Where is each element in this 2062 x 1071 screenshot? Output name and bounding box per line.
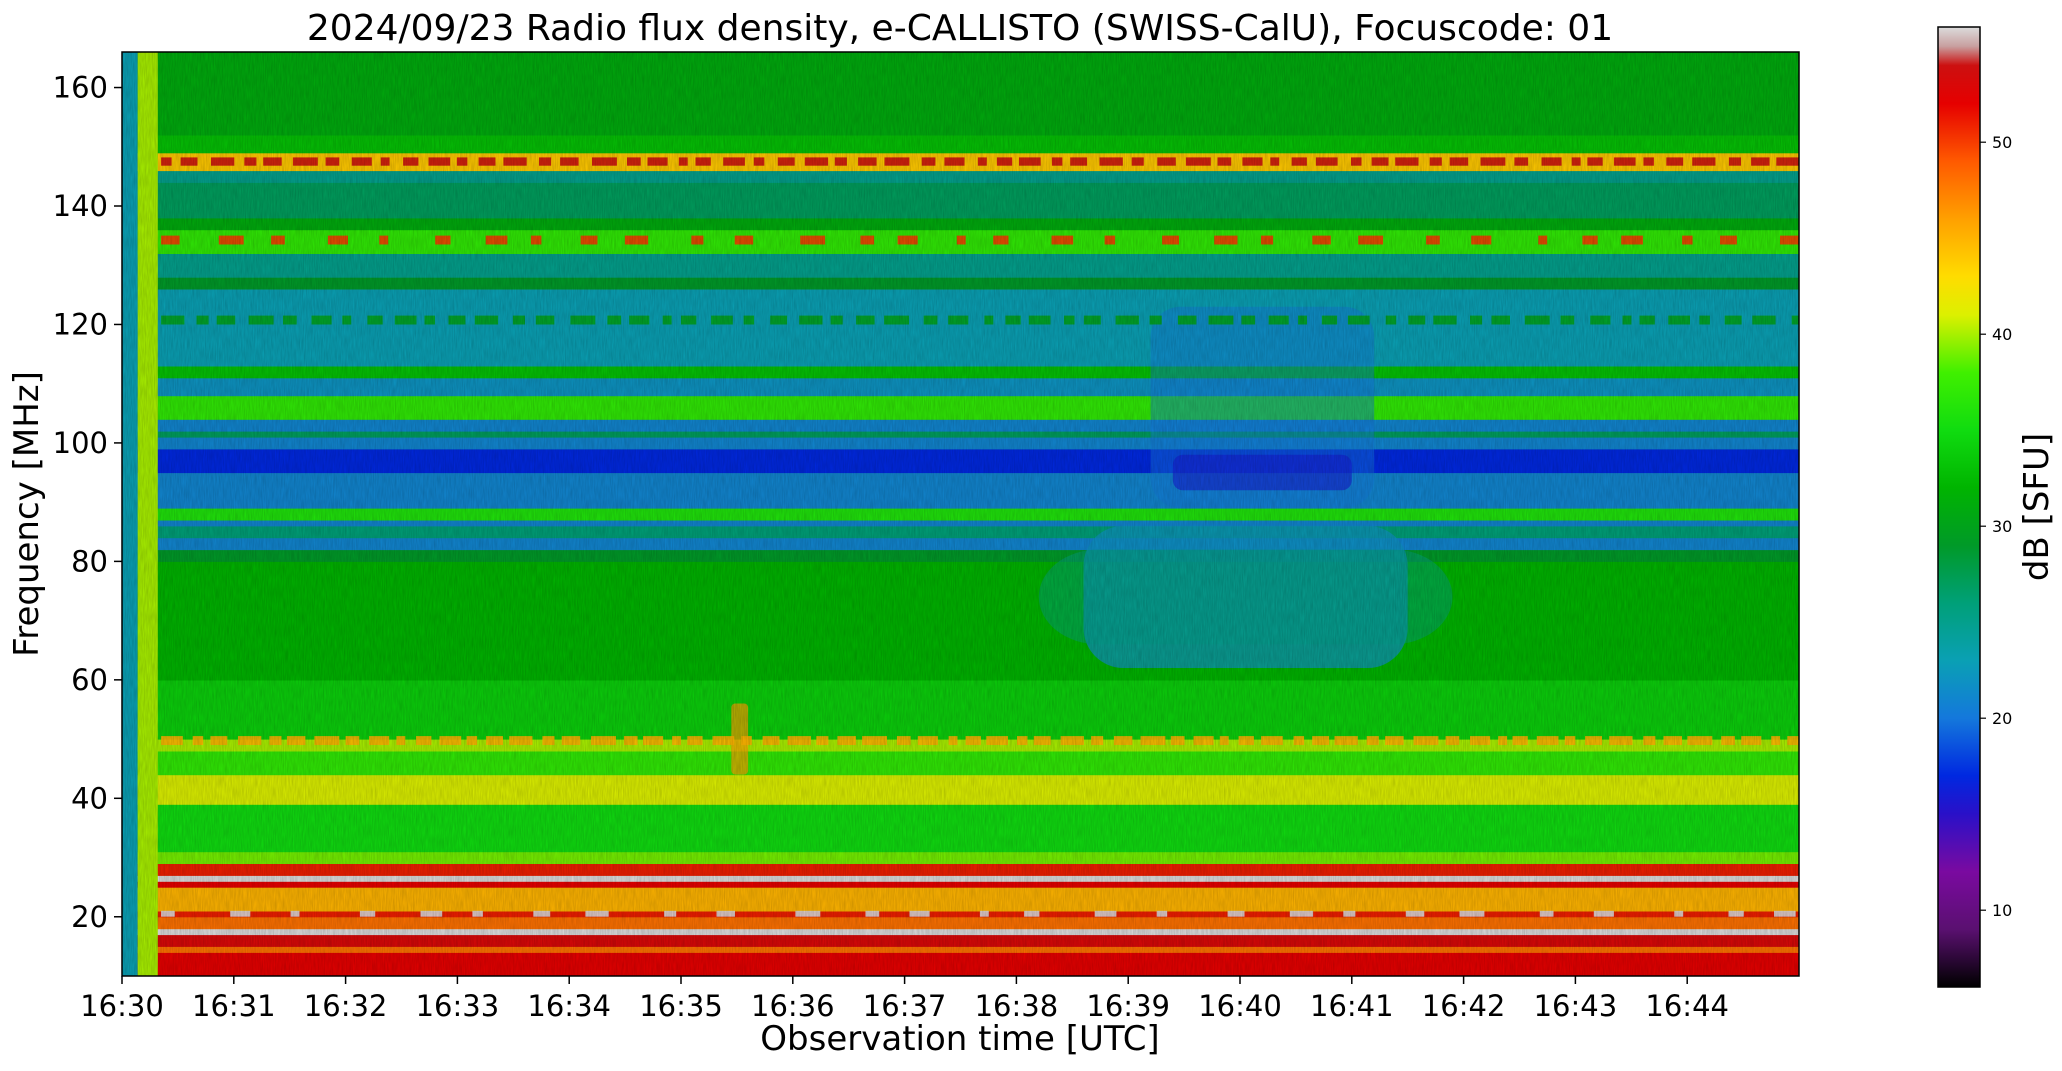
x-tick-label: 16:32: [304, 989, 388, 1023]
x-axis-label: Observation time [UTC]: [760, 1019, 1159, 1059]
x-tick-label: 16:36: [751, 989, 835, 1023]
y-tick-label: 20: [71, 900, 108, 934]
x-tick-label: 16:39: [1086, 989, 1170, 1023]
x-axis: 16:30 16:31 16:32 16:33 16:34 16:35 16:36 16:37…: [80, 976, 1729, 1023]
colorbar-tick-label: 40: [1992, 325, 2012, 344]
x-tick-label: 16:41: [1310, 989, 1394, 1023]
y-tick-label: 120: [53, 307, 108, 341]
x-tick-label: 16:44: [1645, 989, 1729, 1023]
x-tick-label: 16:43: [1534, 989, 1618, 1023]
x-tick-label: 16:37: [863, 989, 947, 1023]
texture-overlay: [122, 52, 1799, 976]
x-tick-label: 16:35: [639, 989, 723, 1023]
y-axis-label: Frequency [MHz]: [7, 371, 47, 657]
y-tick-label: 100: [53, 426, 108, 460]
colorbar-label: dB [SFU]: [2017, 433, 2057, 581]
y-tick-label: 40: [71, 781, 108, 815]
plot-area: [122, 52, 1799, 976]
x-tick-label: 16:42: [1422, 989, 1506, 1023]
y-tick-label: 160: [53, 71, 108, 105]
x-tick-label: 16:30: [80, 989, 164, 1023]
x-tick-label: 16:38: [975, 989, 1059, 1023]
y-tick-label: 80: [71, 544, 108, 578]
y-axis: 20 40 60 80 100 120 140 160: [53, 71, 122, 934]
y-tick-label: 60: [71, 663, 108, 697]
x-tick-label: 16:33: [416, 989, 500, 1023]
y-tick-label: 140: [53, 189, 108, 223]
colorbar-tick-label: 20: [1992, 709, 2012, 728]
colorbar-tick-label: 10: [1992, 901, 2012, 920]
colorbar: 10 20 30 40 50 dB [SFU]: [1937, 26, 2057, 988]
colorbar-tick-label: 50: [1992, 133, 2012, 152]
x-tick-label: 16:31: [192, 989, 276, 1023]
chart-svg: 2024/09/23 Radio flux density, e-CALLIST…: [7, 8, 2057, 1059]
chart-title: 2024/09/23 Radio flux density, e-CALLIST…: [307, 8, 1613, 49]
colorbar-tick-label: 30: [1992, 517, 2012, 536]
x-tick-label: 16:34: [527, 989, 611, 1023]
spectrogram-figure: 2024/09/23 Radio flux density, e-CALLIST…: [0, 0, 2062, 1067]
x-tick-label: 16:40: [1198, 989, 1282, 1023]
colorbar-ticks: 10 20 30 40 50: [1980, 133, 2012, 920]
colorbar-scale: [1938, 27, 1980, 987]
